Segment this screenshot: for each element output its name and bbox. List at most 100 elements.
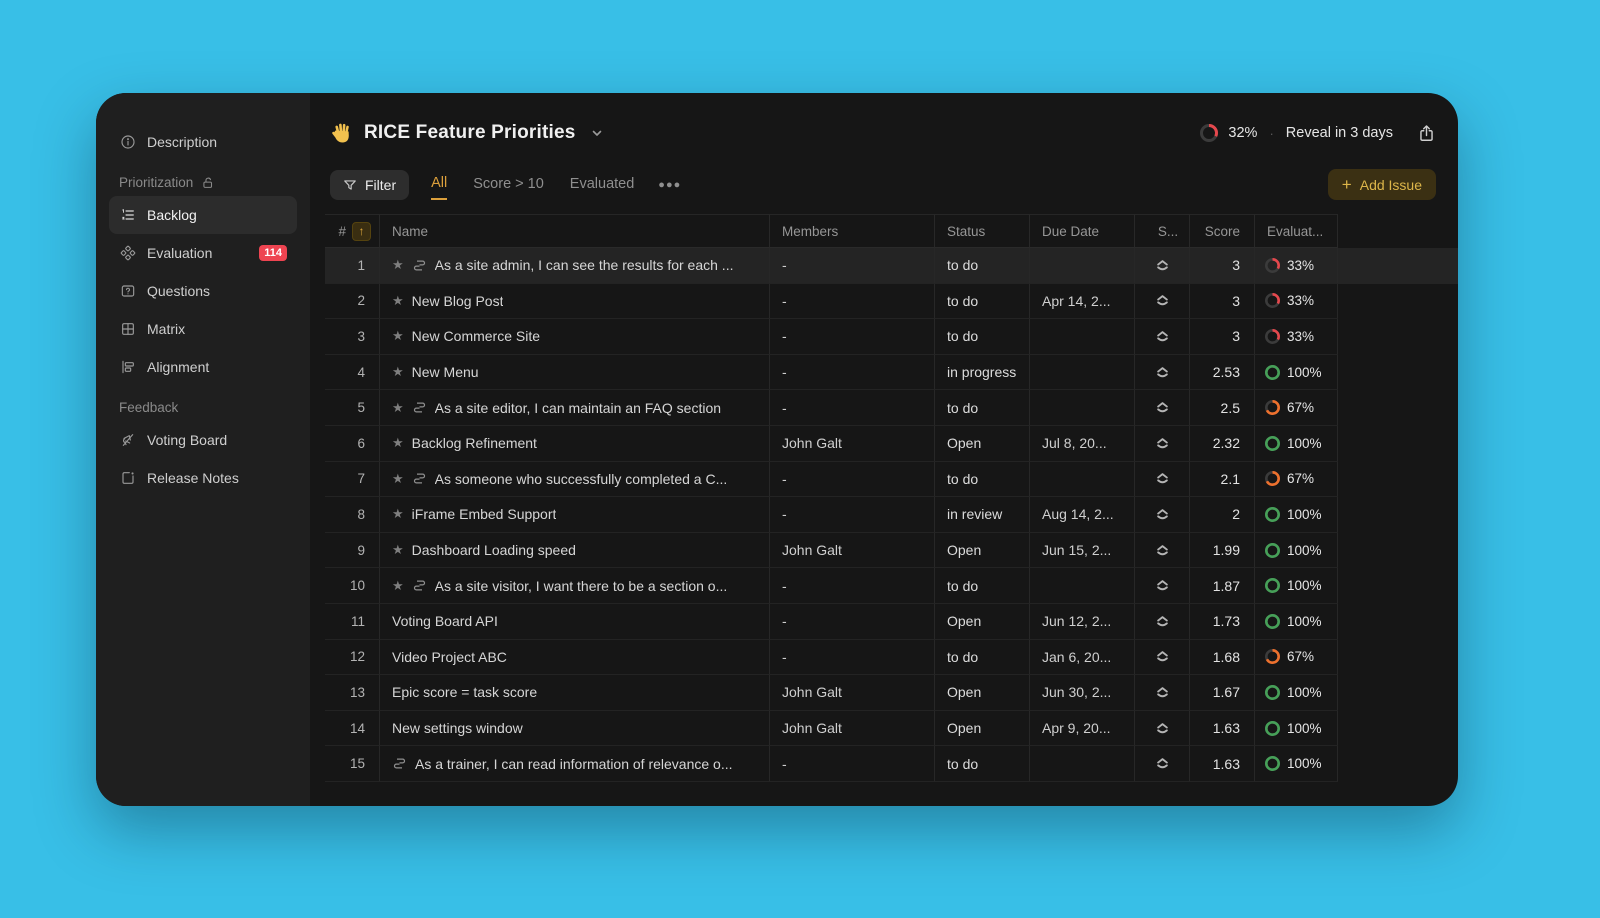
- star-icon[interactable]: ★: [392, 471, 404, 487]
- sidebar-item-backlog[interactable]: Backlog: [109, 196, 297, 234]
- due-date-cell[interactable]: [1030, 355, 1135, 391]
- members-cell[interactable]: John Galt: [770, 426, 935, 462]
- status-cell[interactable]: to do: [935, 462, 1030, 498]
- due-date-cell[interactable]: Jun 12, 2...: [1030, 604, 1135, 640]
- issue-name-cell[interactable]: ★Dashboard Loading speed: [380, 533, 770, 569]
- source-cell[interactable]: [1135, 533, 1190, 569]
- add-issue-button[interactable]: + Add Issue: [1328, 169, 1436, 200]
- table-row[interactable]: 13 Epic score = task score John Galt Ope…: [325, 675, 1458, 711]
- issue-name-cell[interactable]: Epic score = task score: [380, 675, 770, 711]
- issue-name-cell[interactable]: Video Project ABC: [380, 640, 770, 676]
- members-cell[interactable]: John Galt: [770, 533, 935, 569]
- due-date-cell[interactable]: [1030, 390, 1135, 426]
- issue-name-cell[interactable]: ★New Menu: [380, 355, 770, 391]
- members-cell[interactable]: John Galt: [770, 711, 935, 747]
- column-header-s[interactable]: S...: [1135, 214, 1190, 248]
- column-header-members[interactable]: Members: [770, 214, 935, 248]
- table-row[interactable]: 1 ★As a site admin, I can see the result…: [325, 248, 1458, 284]
- source-cell[interactable]: [1135, 497, 1190, 533]
- sidebar-item-voting-board[interactable]: Voting Board: [109, 421, 297, 459]
- sort-ascending-icon[interactable]: ↑: [352, 222, 371, 241]
- star-icon[interactable]: ★: [392, 542, 404, 558]
- table-row[interactable]: 8 ★iFrame Embed Support - in review Aug …: [325, 497, 1458, 533]
- issue-name-cell[interactable]: ★New Commerce Site: [380, 319, 770, 355]
- due-date-cell[interactable]: Aug 14, 2...: [1030, 497, 1135, 533]
- star-icon[interactable]: ★: [392, 435, 404, 451]
- star-icon[interactable]: ★: [392, 328, 404, 344]
- star-icon[interactable]: ★: [392, 364, 404, 380]
- members-cell[interactable]: -: [770, 319, 935, 355]
- source-cell[interactable]: [1135, 711, 1190, 747]
- table-row[interactable]: 9 ★Dashboard Loading speed John Galt Ope…: [325, 533, 1458, 569]
- sidebar-item-evaluation[interactable]: Evaluation114: [109, 234, 297, 272]
- star-icon[interactable]: ★: [392, 400, 404, 416]
- members-cell[interactable]: -: [770, 746, 935, 782]
- table-row[interactable]: 5 ★As a site editor, I can maintain an F…: [325, 390, 1458, 426]
- source-cell[interactable]: [1135, 319, 1190, 355]
- status-cell[interactable]: Open: [935, 533, 1030, 569]
- source-cell[interactable]: [1135, 462, 1190, 498]
- due-date-cell[interactable]: Jun 30, 2...: [1030, 675, 1135, 711]
- status-cell[interactable]: to do: [935, 568, 1030, 604]
- status-cell[interactable]: Open: [935, 675, 1030, 711]
- members-cell[interactable]: John Galt: [770, 675, 935, 711]
- status-cell[interactable]: to do: [935, 640, 1030, 676]
- due-date-cell[interactable]: [1030, 248, 1135, 284]
- sidebar-item-alignment[interactable]: Alignment: [109, 348, 297, 386]
- status-cell[interactable]: in review: [935, 497, 1030, 533]
- table-row[interactable]: 7 ★As someone who successfully completed…: [325, 462, 1458, 498]
- members-cell[interactable]: -: [770, 604, 935, 640]
- source-cell[interactable]: [1135, 568, 1190, 604]
- due-date-cell[interactable]: Jan 6, 20...: [1030, 640, 1135, 676]
- column-header-score[interactable]: Score: [1190, 214, 1255, 248]
- status-cell[interactable]: Open: [935, 604, 1030, 640]
- sidebar-item-questions[interactable]: Questions: [109, 272, 297, 310]
- issue-name-cell[interactable]: New settings window: [380, 711, 770, 747]
- status-cell[interactable]: Open: [935, 426, 1030, 462]
- source-cell[interactable]: [1135, 355, 1190, 391]
- column-header-duedate[interactable]: Due Date: [1030, 214, 1135, 248]
- due-date-cell[interactable]: [1030, 746, 1135, 782]
- due-date-cell[interactable]: Apr 14, 2...: [1030, 284, 1135, 320]
- source-cell[interactable]: [1135, 675, 1190, 711]
- due-date-cell[interactable]: [1030, 319, 1135, 355]
- table-row[interactable]: 6 ★Backlog Refinement John Galt Open Jul…: [325, 426, 1458, 462]
- more-options-icon[interactable]: ●●●: [658, 179, 681, 191]
- issue-name-cell[interactable]: ★Backlog Refinement: [380, 426, 770, 462]
- status-cell[interactable]: Open: [935, 711, 1030, 747]
- members-cell[interactable]: -: [770, 640, 935, 676]
- issue-name-cell[interactable]: ★As a site visitor, I want there to be a…: [380, 568, 770, 604]
- due-date-cell[interactable]: [1030, 462, 1135, 498]
- chevron-down-icon[interactable]: [590, 126, 604, 140]
- table-row[interactable]: 12 Video Project ABC - to do Jan 6, 20..…: [325, 640, 1458, 676]
- members-cell[interactable]: -: [770, 568, 935, 604]
- table-row[interactable]: 4 ★New Menu - in progress 2.53 100%: [325, 355, 1458, 391]
- members-cell[interactable]: -: [770, 497, 935, 533]
- filter-button[interactable]: Filter: [330, 170, 409, 200]
- issue-name-cell[interactable]: As a trainer, I can read information of …: [380, 746, 770, 782]
- issue-name-cell[interactable]: ★New Blog Post: [380, 284, 770, 320]
- status-cell[interactable]: to do: [935, 319, 1030, 355]
- members-cell[interactable]: -: [770, 355, 935, 391]
- due-date-cell[interactable]: [1030, 568, 1135, 604]
- share-icon[interactable]: [1417, 124, 1436, 143]
- members-cell[interactable]: -: [770, 462, 935, 498]
- source-cell[interactable]: [1135, 604, 1190, 640]
- star-icon[interactable]: ★: [392, 293, 404, 309]
- issue-name-cell[interactable]: ★As a site editor, I can maintain an FAQ…: [380, 390, 770, 426]
- members-cell[interactable]: -: [770, 248, 935, 284]
- status-cell[interactable]: to do: [935, 746, 1030, 782]
- column-header-status[interactable]: Status: [935, 214, 1030, 248]
- table-row[interactable]: 2 ★New Blog Post - to do Apr 14, 2... 3 …: [325, 284, 1458, 320]
- issue-name-cell[interactable]: ★As a site admin, I can see the results …: [380, 248, 770, 284]
- due-date-cell[interactable]: Apr 9, 20...: [1030, 711, 1135, 747]
- members-cell[interactable]: -: [770, 390, 935, 426]
- table-row[interactable]: 3 ★New Commerce Site - to do 3 33%: [325, 319, 1458, 355]
- table-row[interactable]: 11 Voting Board API - Open Jun 12, 2... …: [325, 604, 1458, 640]
- status-cell[interactable]: in progress: [935, 355, 1030, 391]
- status-cell[interactable]: to do: [935, 284, 1030, 320]
- sidebar-item-description[interactable]: Description: [109, 123, 297, 161]
- due-date-cell[interactable]: Jul 8, 20...: [1030, 426, 1135, 462]
- source-cell[interactable]: [1135, 746, 1190, 782]
- issue-name-cell[interactable]: ★iFrame Embed Support: [380, 497, 770, 533]
